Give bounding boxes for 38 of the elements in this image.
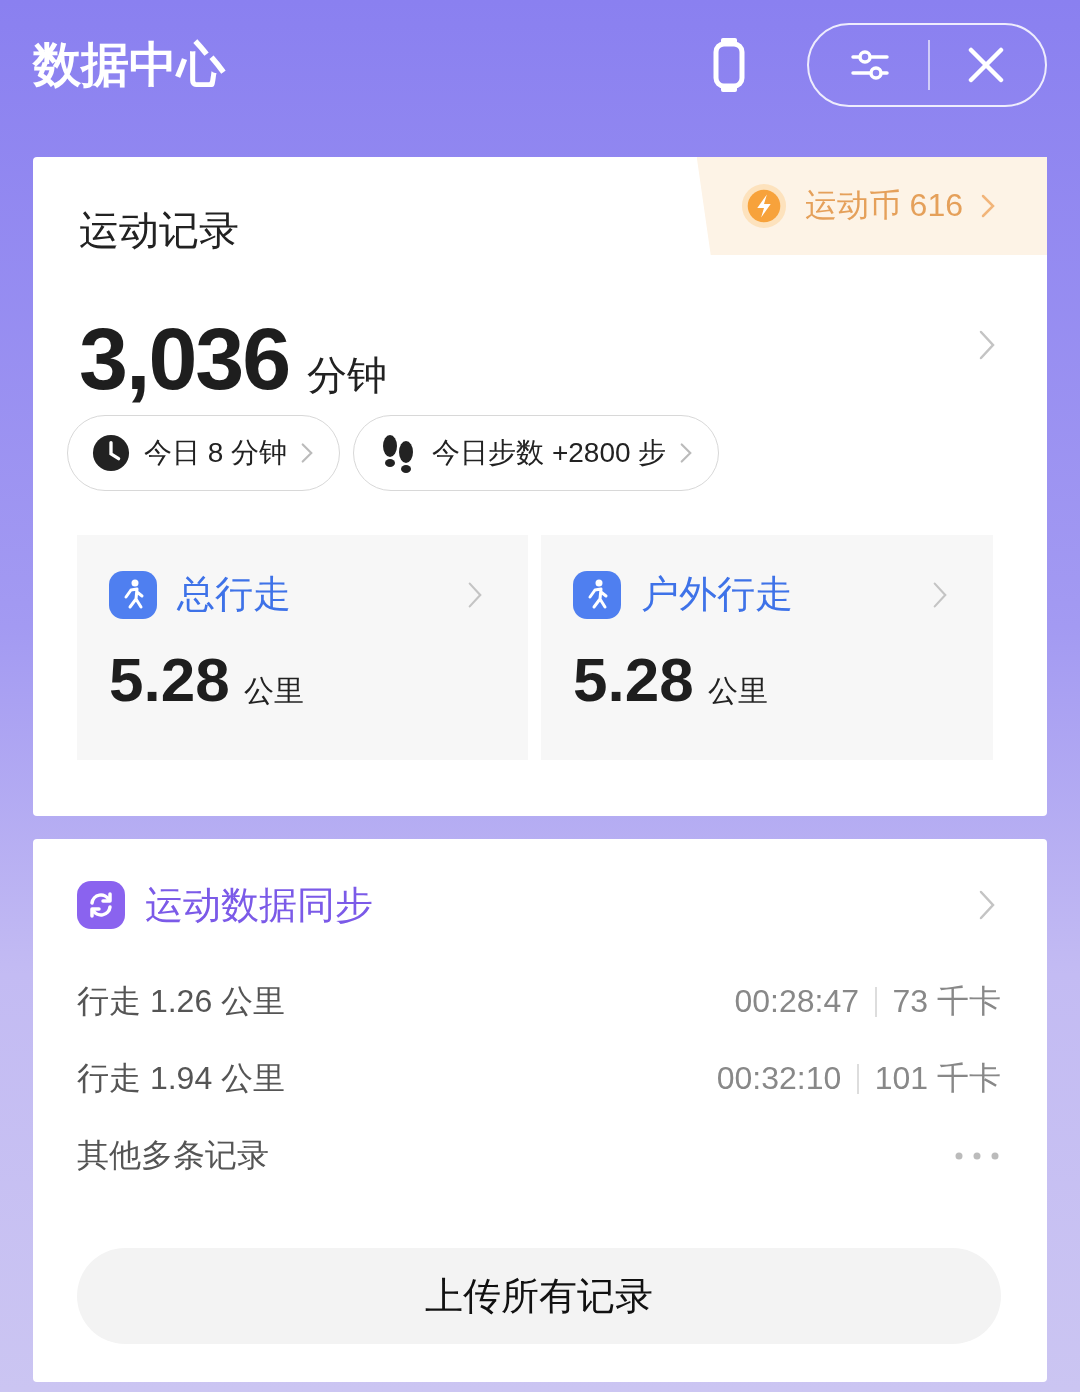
distance-value: 5.28	[109, 644, 230, 715]
record-calories: 73 千卡	[892, 981, 1001, 1021]
walk-tile[interactable]: 总行走 5.28 公里	[77, 535, 528, 760]
record-duration: 00:32:10	[716, 1060, 842, 1097]
summary-chip[interactable]: 今日步数 +2800 步	[353, 415, 720, 491]
walking-icon	[109, 570, 157, 619]
distance-unit: 公里	[707, 673, 768, 709]
walk-tile[interactable]: 户外行走 5.28 公里	[541, 535, 993, 760]
chevron-icon	[468, 580, 482, 609]
summary-chip[interactable]: 今日 8 分钟	[67, 415, 341, 491]
record-calories: 101 千卡	[874, 1058, 1001, 1098]
chevron-icon	[981, 194, 995, 218]
page-title: 数据中心	[33, 36, 225, 93]
walking-icon	[573, 570, 621, 619]
chevron-icon[interactable]	[979, 330, 995, 360]
upload-button[interactable]: 上传所有记录	[77, 1248, 1001, 1344]
tile-title: 总行走	[177, 572, 291, 617]
close-icon[interactable]	[968, 46, 1004, 83]
chevron-icon	[933, 580, 947, 609]
watch-icon[interactable]	[713, 36, 745, 93]
record-label: 行走 1.94 公里	[77, 1058, 286, 1098]
record-label: 行走 1.26 公里	[77, 981, 286, 1021]
sync-icon	[77, 881, 125, 929]
chevron-icon	[301, 442, 314, 464]
record-duration: 00:28:47	[734, 983, 859, 1020]
distance-unit: 公里	[243, 673, 304, 709]
total-unit: 分钟	[307, 352, 388, 399]
record-label: 其他多条记录	[77, 1135, 269, 1175]
chevron-icon[interactable]	[979, 890, 995, 920]
coin-icon	[740, 183, 787, 229]
sync-title: 运动数据同步	[145, 882, 373, 928]
more-icon[interactable]	[955, 1151, 999, 1160]
total-minutes: 3,036	[79, 315, 290, 403]
tile-title: 户外行走	[641, 572, 793, 617]
clock-icon	[92, 434, 130, 472]
card-title: 运动记录	[79, 207, 239, 254]
chevron-icon	[680, 442, 693, 464]
distance-value: 5.28	[573, 644, 694, 715]
